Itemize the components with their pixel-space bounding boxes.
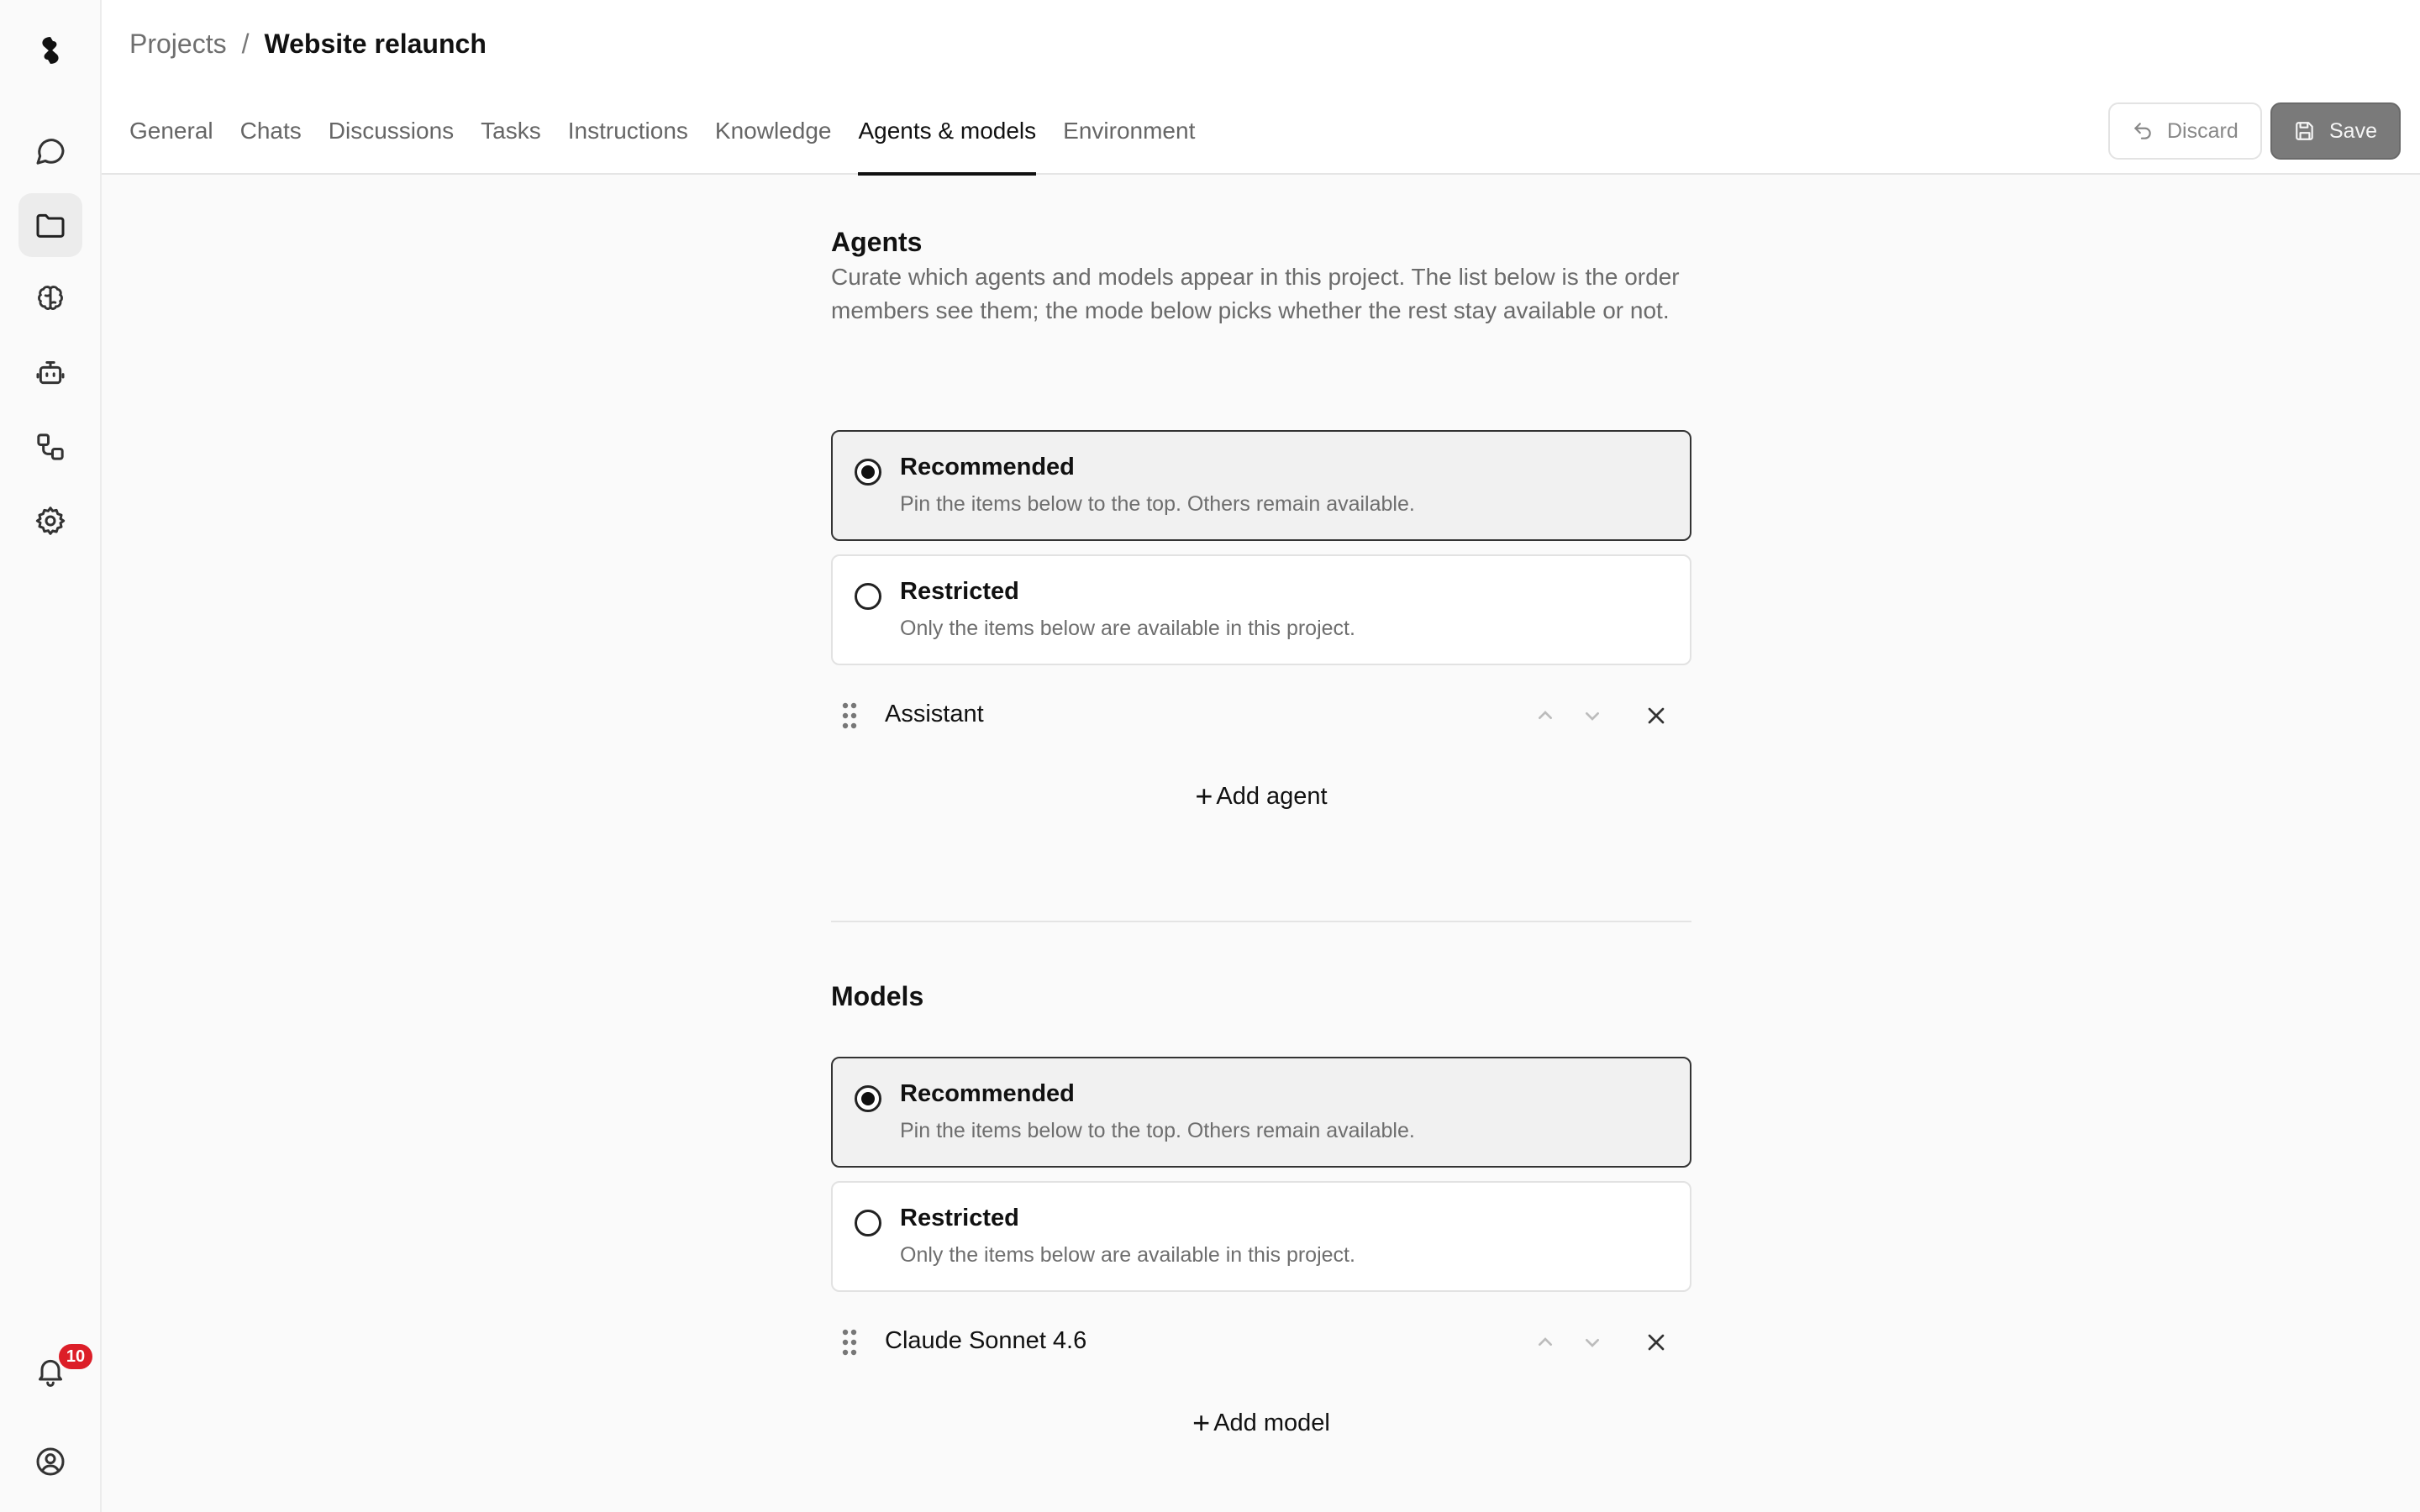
save-button[interactable]: Save [2270, 102, 2401, 160]
option-description: Pin the items below to the top. Others r… [900, 1119, 1415, 1142]
radio-selected[interactable] [855, 1085, 881, 1112]
models-mode-restricted[interactable]: Restricted Only the items below are avai… [831, 1181, 1691, 1292]
projects-folder-icon[interactable] [18, 193, 82, 257]
radio-unselected[interactable] [855, 583, 881, 610]
models-section-title: Models [831, 981, 924, 1011]
option-description: Only the items below are available in th… [900, 1243, 1355, 1267]
close-icon[interactable] [1643, 1329, 1670, 1356]
agents-mode-recommended[interactable]: Recommended Pin the items below to the t… [831, 430, 1691, 541]
save-icon [2296, 122, 2313, 140]
project-tabs: General Chats Discussions Tasks Instruct… [129, 108, 1195, 176]
option-label: Recommended [900, 454, 1075, 480]
chevron-down-icon[interactable] [1579, 702, 1606, 729]
plus-icon: + [1195, 779, 1213, 813]
breadcrumb-projects-link[interactable]: Projects [129, 25, 227, 62]
discard-label: Discard [2167, 118, 2238, 143]
add-model-button[interactable]: + Add model [831, 1402, 1691, 1444]
agents-mode-restricted[interactable]: Restricted Only the items below are avai… [831, 554, 1691, 665]
model-list-item[interactable]: Claude Sonnet 4.6 [831, 1317, 1691, 1368]
notifications-bell-icon[interactable]: 10 [18, 1339, 92, 1403]
tab-agents-models[interactable]: Agents & models [858, 108, 1036, 176]
bot-agents-icon[interactable] [18, 341, 82, 405]
option-label: Restricted [900, 578, 1019, 605]
chats-nav-icon[interactable] [18, 119, 82, 183]
tab-discussions[interactable]: Discussions [329, 108, 454, 175]
tab-environment[interactable]: Environment [1063, 108, 1195, 175]
drag-handle-icon[interactable] [841, 701, 858, 731]
radio-selected[interactable] [855, 459, 881, 486]
app-sidebar: 10 [0, 0, 102, 1512]
add-agent-label: Add agent [1216, 782, 1328, 810]
agents-section-description: Curate which agents and models appear in… [831, 264, 1680, 323]
workflow-icon[interactable] [18, 415, 82, 479]
model-name: Claude Sonnet 4.6 [885, 1327, 1087, 1354]
undo-icon [2134, 123, 2151, 139]
settings-gear-icon[interactable] [18, 489, 82, 553]
close-icon[interactable] [1643, 702, 1670, 729]
radio-unselected[interactable] [855, 1210, 881, 1236]
drag-handle-icon[interactable] [841, 1327, 858, 1357]
agent-list-item[interactable]: Assistant [831, 690, 1691, 741]
tab-knowledge[interactable]: Knowledge [715, 108, 832, 175]
add-model-label: Add model [1213, 1409, 1330, 1436]
notification-count-badge: 10 [59, 1344, 92, 1369]
section-divider [831, 921, 1691, 922]
breadcrumb: Projects / Website relaunch [129, 25, 487, 62]
option-description: Only the items below are available in th… [900, 617, 1355, 640]
option-description: Pin the items below to the top. Others r… [900, 492, 1415, 516]
page-title: Website relaunch [264, 29, 487, 59]
tab-tasks[interactable]: Tasks [481, 108, 541, 175]
save-label: Save [2329, 118, 2377, 143]
plus-icon: + [1192, 1405, 1211, 1440]
option-label: Restricted [900, 1205, 1019, 1231]
tab-instructions[interactable]: Instructions [568, 108, 688, 175]
tab-chats[interactable]: Chats [240, 108, 302, 175]
chevron-up-icon[interactable] [1532, 702, 1559, 729]
agent-name: Assistant [885, 701, 984, 727]
user-account-icon[interactable] [18, 1430, 82, 1494]
brain-knowledge-icon[interactable] [18, 267, 82, 331]
agents-section-title: Agents [831, 227, 923, 257]
discard-button[interactable]: Discard [2108, 102, 2262, 160]
page-header: Projects / Website relaunch General Chat… [102, 0, 2420, 176]
option-label: Recommended [900, 1080, 1075, 1107]
models-mode-recommended[interactable]: Recommended Pin the items below to the t… [831, 1057, 1691, 1168]
tab-general[interactable]: General [129, 108, 213, 175]
app-logo-icon[interactable] [18, 18, 82, 82]
add-agent-button[interactable]: + Add agent [831, 775, 1691, 817]
breadcrumb-separator: / [241, 29, 250, 59]
chevron-down-icon[interactable] [1579, 1329, 1606, 1356]
chevron-up-icon[interactable] [1532, 1329, 1559, 1356]
